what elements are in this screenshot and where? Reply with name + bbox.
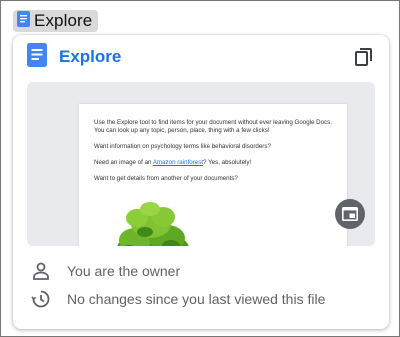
preview-line-4-tail: ? Yes, absolutely! — [203, 159, 252, 166]
copy-button[interactable] — [353, 46, 375, 68]
changes-text: No changes since you last viewed this fi… — [67, 291, 326, 307]
card-title: Explore — [59, 47, 122, 66]
document-page: Use the Explore tool to find items for y… — [79, 104, 347, 246]
preview-line-3: Want information on psychology terms lik… — [94, 143, 271, 150]
preview-line: Use the Explore tool to find items for y… — [94, 119, 339, 135]
preview-line-4-text: Need an image of an — [94, 159, 153, 166]
document-text: Use the Explore tool to find items for y… — [94, 119, 339, 191]
person-icon — [33, 262, 49, 280]
docs-icon — [27, 42, 47, 72]
preview-line-4: Need an image of an Amazon rainforest? Y… — [94, 159, 339, 167]
rainforest-link[interactable]: Amazon rainforest — [153, 159, 203, 166]
card-header: Explore — [27, 42, 375, 72]
explore-card: Explore Use the Explore tool to find ite… — [13, 35, 389, 329]
open-preview-button[interactable] — [335, 199, 365, 229]
preview-line-5: Want to get details from another of your… — [94, 175, 238, 182]
document-preview[interactable]: Use the Explore tool to find items for y… — [27, 82, 375, 246]
docs-icon — [17, 10, 30, 32]
preview-line-1: Use the Explore tool to find items for y… — [94, 119, 332, 126]
preview-line-2: You can look up any topic, person, place… — [94, 127, 270, 134]
changes-row: No changes since you last viewed this fi… — [31, 289, 325, 309]
owner-row: You are the owner — [31, 261, 180, 281]
owner-text: You are the owner — [67, 263, 181, 279]
open-in-window-icon — [342, 207, 358, 221]
history-icon — [31, 290, 50, 308]
rainforest-image — [117, 202, 189, 246]
copy-icon — [355, 48, 372, 66]
window-title: Explore — [34, 11, 93, 30]
window-title-chip: Explore — [13, 10, 99, 32]
